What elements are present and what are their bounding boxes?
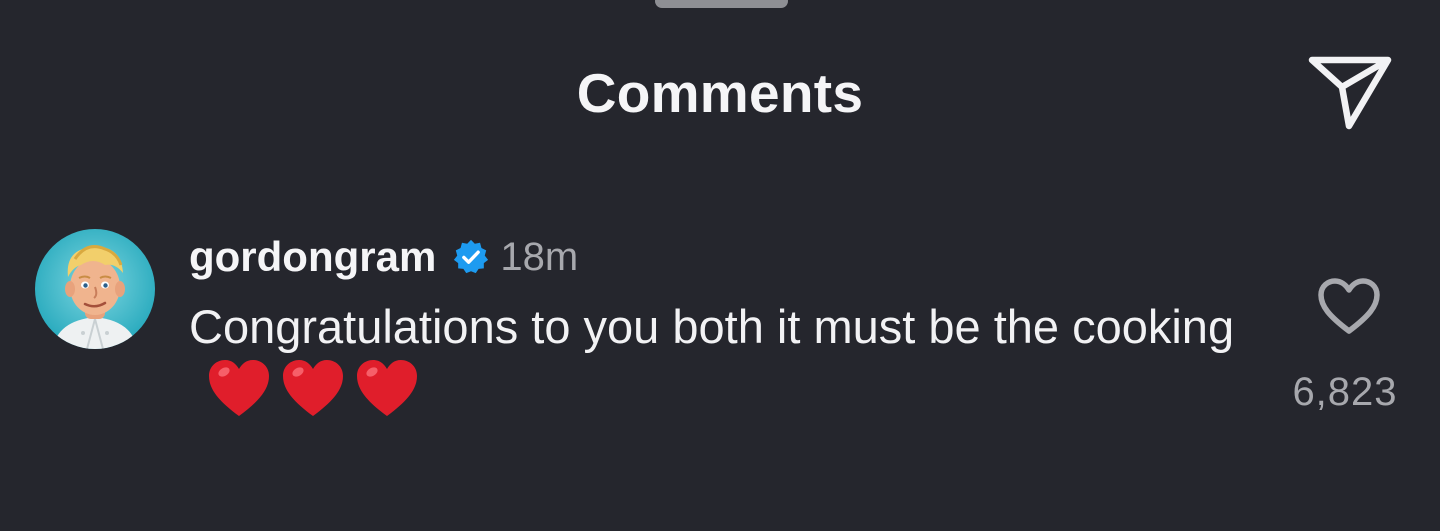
username-link[interactable]: gordongram <box>189 233 436 281</box>
share-button[interactable] <box>1302 50 1398 134</box>
heart-outline-icon <box>1318 278 1380 334</box>
verified-badge-icon <box>452 238 490 276</box>
red-heart-emoji <box>355 358 419 420</box>
emoji-group <box>207 358 429 435</box>
like-count: 6,823 <box>1292 370 1398 414</box>
drag-handle[interactable] <box>655 0 788 8</box>
red-heart-emoji <box>207 358 271 420</box>
page-title: Comments <box>576 62 864 124</box>
comment-timestamp: 18m <box>500 234 579 279</box>
comment-body: Congratulations to you both it must be t… <box>189 296 1249 435</box>
paper-plane-icon <box>1308 56 1392 130</box>
red-heart-emoji <box>281 358 345 420</box>
comment-text: Congratulations to you both it must be t… <box>189 300 1235 353</box>
avatar[interactable] <box>35 229 155 349</box>
avatar-image <box>35 229 155 349</box>
comment-header: gordongram 18m <box>189 229 578 285</box>
like-button[interactable] <box>1316 276 1382 338</box>
